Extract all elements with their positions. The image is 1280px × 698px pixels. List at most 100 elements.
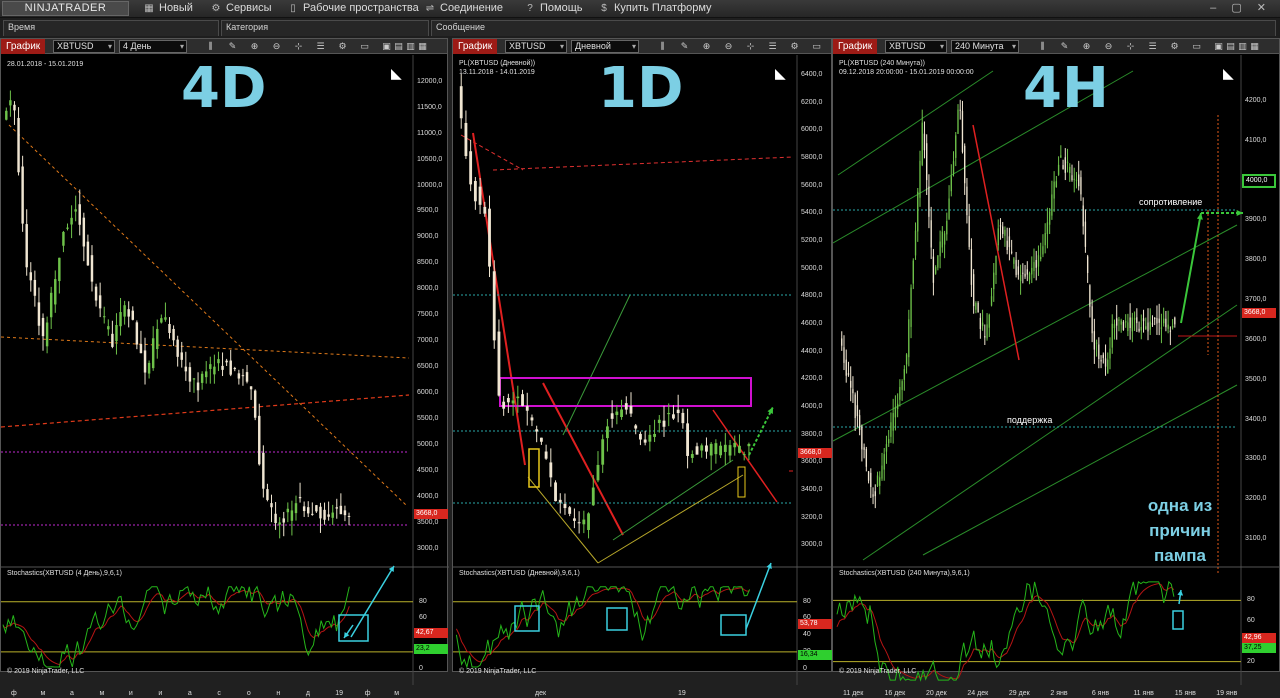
stoch-value-tag: 42,67	[414, 627, 448, 638]
crosshair-zoom-icon[interactable]: ⊕	[249, 40, 260, 53]
chart-tab[interactable]: График	[453, 39, 498, 54]
candle	[311, 502, 314, 516]
pencil-icon[interactable]: ✎	[1059, 40, 1070, 53]
window-controls[interactable]: – ▢ ✕	[1210, 1, 1272, 14]
crosshair-icon[interactable]: ⊹	[293, 40, 304, 53]
crosshair-icon[interactable]: ⊹	[1125, 40, 1136, 53]
menu-item-2[interactable]: ▯ Рабочие пространства	[287, 1, 419, 16]
log-column-time[interactable]: Время	[3, 20, 219, 36]
candle	[676, 394, 680, 423]
time-tick: 11 янв	[1133, 690, 1154, 697]
candle	[139, 330, 143, 354]
bars-icon[interactable]: ⫼	[1037, 40, 1048, 53]
bars-icon[interactable]: ⫼	[205, 40, 216, 53]
candle	[1035, 250, 1037, 281]
pencil-icon[interactable]: ✎	[679, 40, 690, 53]
price-tick: 3100,0	[1245, 535, 1267, 543]
candle	[1160, 313, 1163, 344]
properties-icon[interactable]: ☰	[315, 40, 326, 53]
layout-4-icon[interactable]: ▦	[1249, 40, 1260, 53]
price-tick: 5800,0	[801, 153, 823, 161]
menu-item-4[interactable]: ? Помощь	[524, 1, 582, 16]
strategy-icon[interactable]: ⚙	[789, 40, 800, 53]
instrument-selector[interactable]: XBTUSD ▾	[885, 40, 947, 53]
collapse-icon[interactable]: ◣	[391, 65, 402, 82]
candle	[888, 429, 890, 447]
chevron-down-icon: ▾	[559, 42, 564, 51]
instrument-selector[interactable]: XBTUSD ▾	[53, 40, 115, 53]
menu-item-3[interactable]: ⇌ Соединение	[424, 1, 503, 16]
menu-item-label: Соединение	[440, 2, 504, 14]
instrument-selector[interactable]: XBTUSD ▾	[505, 40, 567, 53]
layout-3-icon[interactable]: ▥	[405, 40, 416, 53]
strategy-icon[interactable]: ⚙	[1169, 40, 1180, 53]
time-tick: 6 янв	[1091, 690, 1110, 697]
candle	[78, 189, 81, 236]
candle	[103, 306, 106, 324]
layout-1-icon[interactable]: ▣	[381, 40, 392, 53]
log-column-category[interactable]: Категория	[221, 20, 429, 36]
candle	[1118, 316, 1120, 332]
collapse-icon[interactable]: ◣	[775, 65, 786, 82]
properties-icon[interactable]: ☰	[1147, 40, 1158, 53]
candle	[856, 390, 859, 428]
candle	[17, 107, 20, 176]
candle	[709, 442, 713, 471]
price-tick: 6500,0	[417, 363, 439, 371]
snapshot-icon[interactable]: ▭	[359, 40, 370, 53]
zoom-out-icon[interactable]: ⊖	[723, 40, 734, 53]
candle	[473, 177, 477, 210]
zoom-out-icon[interactable]: ⊖	[271, 40, 282, 53]
menu-item-1[interactable]: ⚙ Сервисы	[210, 1, 272, 16]
stoch-tick: 40	[803, 631, 811, 639]
menu-item-0[interactable]: ▦ Новый	[143, 1, 193, 16]
chart-tab[interactable]: График	[1, 39, 46, 54]
pencil-icon[interactable]: ✎	[227, 40, 238, 53]
candle	[861, 424, 863, 462]
candle	[1113, 319, 1116, 340]
document-icon: ▯	[290, 3, 296, 14]
zoom-out-icon[interactable]: ⊖	[1103, 40, 1114, 53]
resistance-label: сопротивление	[1139, 197, 1203, 207]
price-panel[interactable]: 09.12.2018 20:00:00 - 15.01.2019 00:00:0…	[833, 55, 1280, 697]
crosshair-icon[interactable]: ⊹	[745, 40, 756, 53]
candle	[1051, 180, 1053, 220]
support-label: поддержка	[1007, 415, 1053, 425]
bars-icon[interactable]: ⫼	[657, 40, 668, 53]
crosshair-zoom-icon[interactable]: ⊕	[1081, 40, 1092, 53]
chart-toolbar: График XBTUSD ▾ 240 Минута ▾ ⫼ ✎ ⊕ ⊖ ⊹ ☰ ⚙ ▭ ▣ ▤ ▥ ▦	[833, 39, 1279, 54]
price-panel[interactable]: 28.01.2018 - 15.01.2019 4D ◣ 12000,0 11500,0…	[1, 55, 449, 697]
time-tick: с	[217, 690, 221, 697]
snapshot-icon[interactable]: ▭	[811, 40, 822, 53]
period-selector[interactable]: 4 День ▾	[119, 40, 187, 53]
properties-icon[interactable]: ☰	[767, 40, 778, 53]
crosshair-zoom-icon[interactable]: ⊕	[701, 40, 712, 53]
candle	[1100, 355, 1102, 369]
layout-3-icon[interactable]: ▥	[1237, 40, 1248, 53]
candle	[620, 399, 623, 420]
chart-tab[interactable]: График	[833, 39, 878, 54]
chevron-down-icon: ▾	[179, 42, 184, 51]
period-selector[interactable]: 240 Минута ▾	[951, 40, 1019, 53]
menu-item-5[interactable]: $ Купить Платформу	[598, 1, 711, 16]
candle	[615, 404, 619, 425]
collapse-icon[interactable]: ◣	[1223, 65, 1234, 82]
layout-4-icon[interactable]: ▦	[417, 40, 428, 53]
menu-item-label: Сервисы	[226, 2, 272, 14]
candle	[587, 512, 590, 539]
price-panel[interactable]: 13.11.2018 - 14.01.2019 PL(XBTUSD (Дневно…	[453, 55, 833, 697]
candle	[930, 206, 932, 259]
candle	[111, 320, 114, 349]
period-selector[interactable]: Дневной ▾	[571, 40, 639, 53]
log-column-message[interactable]: Сообщение	[431, 20, 1276, 36]
stoch-value-tag: 37,25	[1242, 643, 1276, 654]
layout-2-icon[interactable]: ▤	[393, 40, 404, 53]
snapshot-icon[interactable]: ▭	[1191, 40, 1202, 53]
candle	[1138, 321, 1140, 333]
candle	[262, 445, 265, 498]
layout-1-icon[interactable]: ▣	[1213, 40, 1224, 53]
candle	[955, 132, 957, 167]
candle	[1046, 207, 1049, 249]
strategy-icon[interactable]: ⚙	[337, 40, 348, 53]
layout-2-icon[interactable]: ▤	[1225, 40, 1236, 53]
